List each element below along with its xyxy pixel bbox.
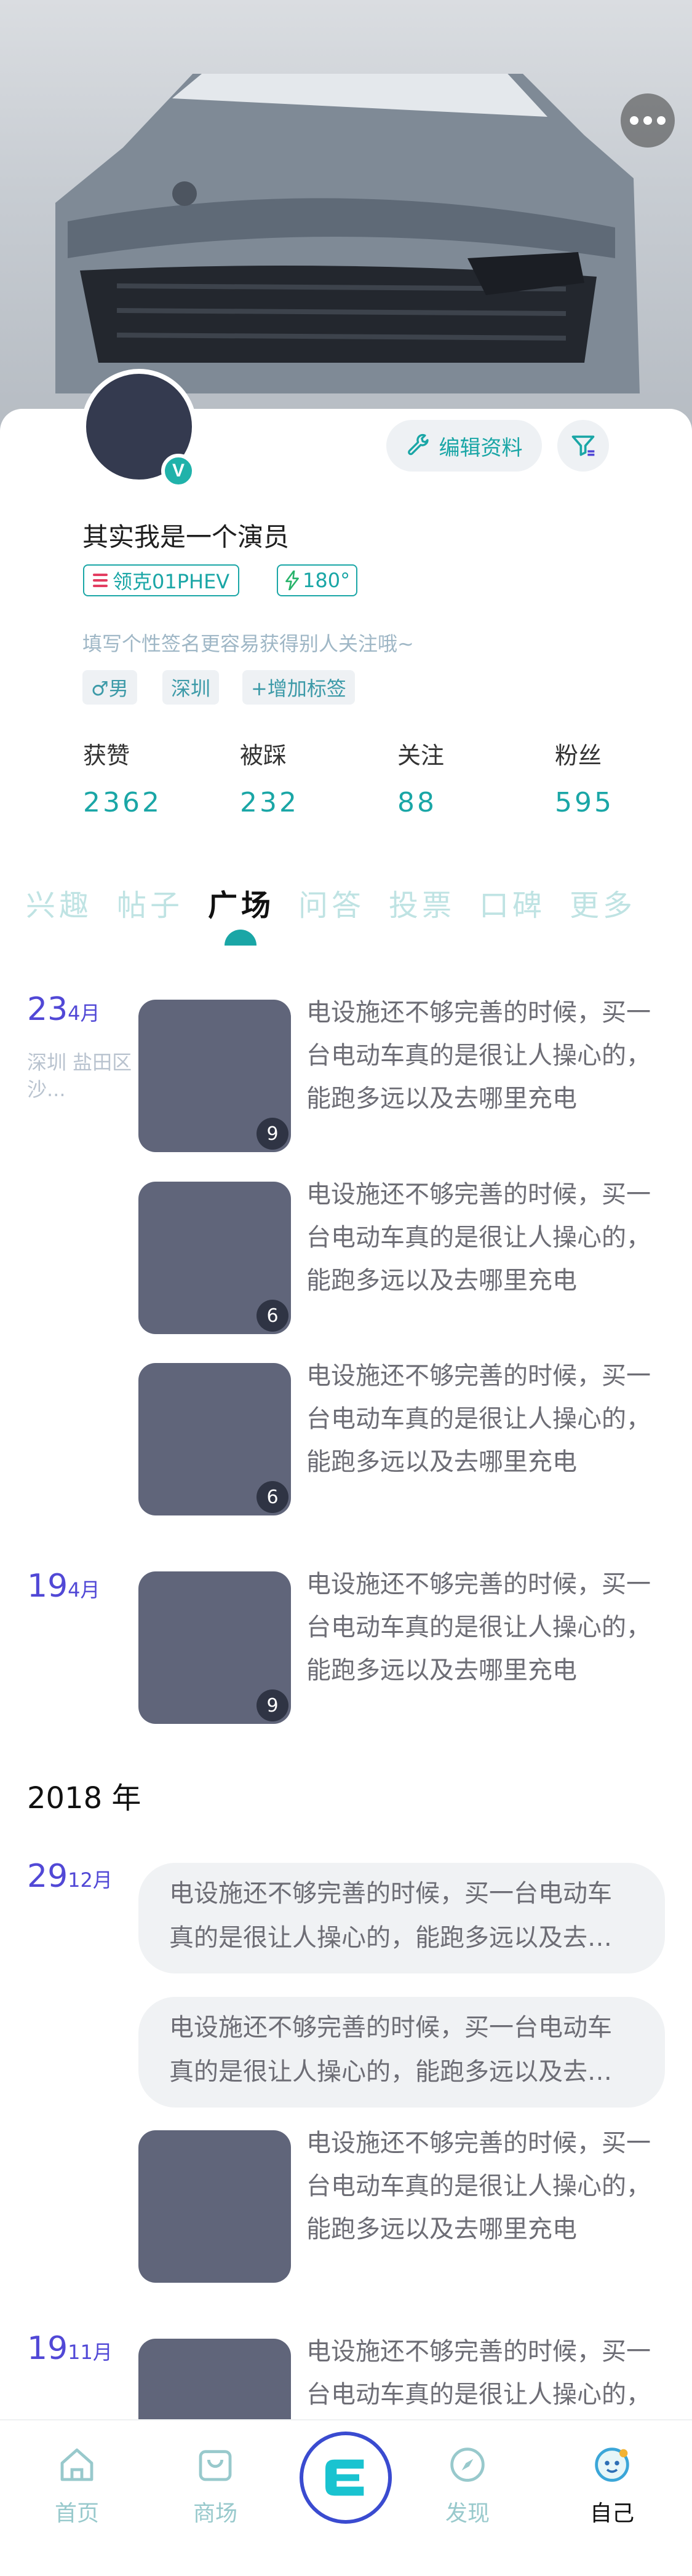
active-tab-indicator (225, 930, 257, 946)
center-action-button[interactable] (300, 2432, 392, 2524)
post-thumbnail[interactable]: 9 (138, 1000, 291, 1152)
tab-more[interactable]: 更多 (570, 881, 636, 924)
post-thumbnail[interactable]: 6 (138, 1363, 291, 1515)
post-text[interactable]: 电设施还不够完善的时候，买一台电动车真的是很让人操心的，能跑多远以及去哪里充电 (306, 2122, 666, 2251)
nickname: 其实我是一个演员 (82, 522, 290, 552)
tab-qa[interactable]: 问答 (298, 881, 365, 924)
car-model-tag[interactable]: 领克01PHEV (83, 564, 240, 596)
wrench-icon (407, 433, 429, 456)
car-cover-image (55, 74, 640, 393)
stat-dislikes-label: 被踩 (240, 742, 287, 769)
stat-fans-label[interactable]: 粉丝 (555, 737, 602, 770)
post-date: 1911月 (27, 2330, 113, 2367)
filter-icon (571, 435, 595, 456)
post-location: 深圳 盐田区沙... (27, 1051, 132, 1101)
tab-square[interactable]: 广场 (208, 881, 274, 924)
add-tag-button[interactable]: +增加标签 (242, 670, 355, 705)
profile-face-icon (595, 2448, 629, 2482)
post-text[interactable]: 电设施还不够完善的时候，买一台电动车真的是很让人操心的，能跑多远以及去哪里充电 (306, 1173, 666, 1302)
text-post-bubble[interactable]: 电设施还不够完善的时候，买一台电动车真的是很让人操心的，能跑多远以及去哪里充电 (138, 1997, 665, 2108)
text-post-bubble[interactable]: 电设施还不够完善的时候，买一台电动车真的是很让人操心的，能跑多远以及去哪里充电 (138, 1863, 665, 1973)
verified-badge-icon: V (161, 454, 196, 488)
lightning-icon (285, 571, 299, 590)
nav-home[interactable]: 首页 (28, 2445, 126, 2527)
stat-fans-value[interactable]: 595 (555, 787, 614, 818)
post-date: 234月 (27, 991, 100, 1028)
signature-placeholder[interactable]: 填写个性签名更容易获得别人关注哦~ (82, 628, 414, 657)
year-header: 2018 年 (27, 1781, 141, 1815)
post-date: 2912月 (27, 1858, 113, 1895)
nav-mall[interactable]: 商场 (166, 2445, 264, 2527)
shopping-bag-icon (199, 2450, 232, 2481)
stat-following-value[interactable]: 88 (397, 787, 437, 818)
tab-interest[interactable]: 兴趣 (26, 881, 92, 924)
stat-likes-value: 2362 (83, 787, 162, 818)
level-tag[interactable]: 180° (277, 564, 358, 596)
nav-me[interactable]: 自己 (563, 2445, 661, 2527)
more-options-button[interactable] (621, 93, 675, 148)
nav-discover[interactable]: 发现 (418, 2445, 517, 2527)
post-thumbnail[interactable]: 9 (138, 1571, 291, 1724)
post-text[interactable]: 电设施还不够完善的时候，买一台电动车真的是很让人操心的，能跑多远以及去哪里充电 (306, 1563, 666, 1692)
bottom-nav: 首页 商场 发现 自己 (0, 2419, 692, 2576)
filter-button[interactable] (557, 420, 609, 472)
post-text[interactable]: 电设施还不够完善的时候，买一台电动车真的是很让人操心的，能跑多远以及去哪里充电 (306, 1354, 666, 1484)
image-count-badge: 6 (257, 1481, 288, 1513)
cover-photo (0, 0, 692, 430)
post-date: 194月 (27, 1568, 100, 1605)
tab-vote[interactable]: 投票 (389, 881, 455, 924)
post-thumbnail[interactable] (138, 2130, 291, 2283)
city-tag: 深圳 (162, 670, 220, 705)
e-logo-icon (325, 2459, 364, 2496)
home-icon (60, 2448, 93, 2481)
post-thumbnail[interactable]: 6 (138, 1182, 291, 1334)
image-count-badge: 9 (257, 1118, 288, 1150)
post-text[interactable]: 电设施还不够完善的时候，买一台电动车真的是很让人操心的，能跑多远以及去哪里充电 (306, 991, 666, 1120)
image-count-badge: 9 (257, 1689, 288, 1721)
edit-profile-button[interactable]: 编辑资料 (386, 420, 542, 472)
compass-icon (450, 2448, 485, 2482)
ellipsis-icon (630, 116, 638, 125)
tab-reviews[interactable]: 口碑 (479, 881, 546, 924)
stat-dislikes-value: 232 (240, 787, 299, 818)
image-count-badge: 6 (257, 1300, 288, 1332)
car-brand-icon (93, 574, 108, 587)
stat-likes-label: 获赞 (83, 742, 130, 769)
stat-following-label[interactable]: 关注 (397, 737, 444, 770)
gender-tag: ♂男 (82, 670, 137, 705)
tab-posts[interactable]: 帖子 (117, 881, 183, 924)
edit-profile-label: 编辑资料 (439, 435, 523, 460)
profile-card (0, 409, 692, 839)
